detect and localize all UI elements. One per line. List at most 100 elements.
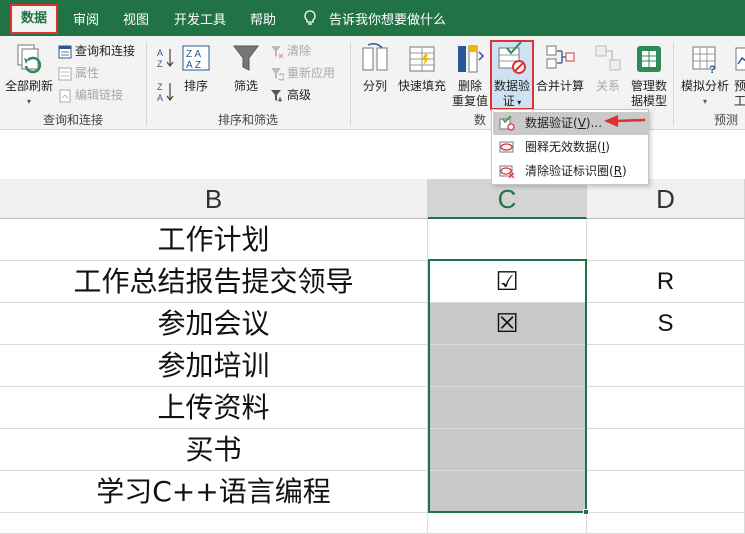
group-label-data-tools: 数 xyxy=(474,113,487,127)
filter-icon xyxy=(233,45,259,71)
cell-b7[interactable]: 学习C++语言编程 xyxy=(0,471,428,513)
red-arrow-annotation-icon xyxy=(604,115,646,127)
consolidate-button[interactable]: 合并计算 xyxy=(534,42,586,94)
manage-data-model-icon xyxy=(637,46,661,72)
flash-fill-button[interactable]: 快速填充 xyxy=(396,42,448,94)
cell-b6[interactable]: 买书 xyxy=(0,429,428,471)
what-if-analysis-label: 模拟分析 xyxy=(680,79,729,93)
data-validation-button[interactable]: 数据验 证 ▾ xyxy=(492,42,532,110)
data-validation-label-1: 数据验 xyxy=(493,79,530,93)
tell-me-search[interactable]: 告诉我你想要做什么 xyxy=(329,9,446,28)
properties-icon xyxy=(58,67,72,80)
fill-handle[interactable] xyxy=(583,509,589,515)
sort-descending-icon[interactable]: Z A xyxy=(156,80,176,104)
group-label-forecast: 预测 xyxy=(714,113,739,127)
refresh-all-label: 全部刷新 xyxy=(4,79,53,93)
properties-button[interactable]: 属性 xyxy=(58,64,99,82)
sort-icon: Z A A Z xyxy=(182,45,210,71)
queries-connections-icon xyxy=(58,45,72,58)
refresh-all-button[interactable]: 全部刷新 ▾ xyxy=(4,42,54,109)
lightbulb-icon xyxy=(304,10,316,25)
ribbon-tab-bar: 数据 审阅 视图 开发工具 帮助 告诉我你想要做什么 xyxy=(0,0,745,36)
manage-data-model-button[interactable]: 管理数 据模型 xyxy=(628,42,670,109)
menu-item-clear-validation-circles[interactable]: 清除验证标识圈(R) xyxy=(493,160,648,183)
cell-c1[interactable] xyxy=(428,219,587,261)
remove-duplicates-button[interactable]: 删除 重复值 xyxy=(450,42,490,109)
text-to-columns-icon xyxy=(362,43,388,71)
advanced-filter-button[interactable]: 高级 xyxy=(270,86,311,104)
cell-b3[interactable]: 参加会议 xyxy=(0,303,428,345)
forecast-sheet-label-2: 工 xyxy=(734,94,745,108)
sort-ascending-icon[interactable]: A Z xyxy=(156,46,176,70)
cell-d2[interactable]: R xyxy=(587,261,745,303)
flash-fill-icon xyxy=(409,46,435,72)
data-validation-icon xyxy=(499,116,515,131)
cell-d4[interactable] xyxy=(587,345,745,387)
tab-view[interactable]: 视图 xyxy=(123,9,149,28)
chevron-down-icon: ▾ xyxy=(702,97,707,106)
cell-b5[interactable]: 上传资料 xyxy=(0,387,428,429)
text-to-columns-button[interactable]: 分列 xyxy=(356,42,394,94)
consolidate-label: 合并计算 xyxy=(535,79,584,93)
remove-duplicates-icon xyxy=(458,45,485,73)
svg-text:A: A xyxy=(157,93,163,103)
cell-c8[interactable] xyxy=(428,513,587,534)
sort-label: 排序 xyxy=(183,79,208,93)
manage-data-model-label-1: 管理数 xyxy=(630,79,667,93)
chevron-down-icon: ▾ xyxy=(514,98,522,107)
what-if-analysis-icon: ? xyxy=(692,46,716,76)
flash-fill-label: 快速填充 xyxy=(397,79,446,93)
column-header-b[interactable]: B xyxy=(0,179,428,219)
svg-text:A Z: A Z xyxy=(186,60,201,71)
relationships-label: 关系 xyxy=(595,79,620,93)
manage-data-model-label-2: 据模型 xyxy=(630,94,667,108)
sort-button[interactable]: Z A A Z 排序 xyxy=(178,42,214,94)
data-validation-label-2: 证 xyxy=(502,94,515,108)
forecast-sheet-button[interactable]: 预 工 xyxy=(734,42,745,109)
tab-review[interactable]: 审阅 xyxy=(73,9,99,28)
cell-d3[interactable]: S xyxy=(587,303,745,345)
data-validation-icon xyxy=(498,42,526,74)
column-header-d[interactable]: D xyxy=(587,179,745,219)
column-header-c[interactable]: C xyxy=(428,179,587,219)
cell-b8[interactable] xyxy=(0,513,428,534)
remove-duplicates-label-2: 重复值 xyxy=(451,94,488,108)
svg-text:Z A: Z A xyxy=(186,49,201,60)
cell-b1[interactable]: 工作计划 xyxy=(0,219,428,261)
consolidate-icon xyxy=(546,45,575,69)
group-label-queries: 查询和连接 xyxy=(43,113,104,127)
clear-circles-icon xyxy=(499,165,515,179)
svg-text:Z: Z xyxy=(157,59,163,69)
cell-d8[interactable] xyxy=(587,513,745,534)
text-to-columns-label: 分列 xyxy=(362,79,387,93)
cell-d6[interactable] xyxy=(587,429,745,471)
reapply-button[interactable]: 重新应用 xyxy=(270,64,335,82)
cell-d5[interactable] xyxy=(587,387,745,429)
tab-help[interactable]: 帮助 xyxy=(250,9,276,28)
chevron-down-icon: ▾ xyxy=(26,97,31,106)
what-if-analysis-button[interactable]: ? 模拟分析 ▾ xyxy=(678,42,732,109)
group-separator xyxy=(350,42,351,126)
refresh-all-icon xyxy=(17,44,42,74)
queries-connections-button[interactable]: 查询和连接 xyxy=(58,42,135,60)
svg-text:?: ? xyxy=(709,64,716,76)
advanced-filter-icon xyxy=(271,89,282,102)
clear-filter-button[interactable]: 清除 xyxy=(270,42,311,60)
relationships-button[interactable]: 关系 xyxy=(588,42,628,94)
forecast-sheet-label-1: 预 xyxy=(734,79,745,93)
circle-invalid-icon xyxy=(499,141,514,153)
relationships-icon xyxy=(595,45,621,71)
tab-developer[interactable]: 开发工具 xyxy=(174,9,226,28)
cell-d7[interactable] xyxy=(587,471,745,513)
filter-button[interactable]: 筛选 xyxy=(228,42,264,94)
cell-b4[interactable]: 参加培训 xyxy=(0,345,428,387)
svg-text:A: A xyxy=(157,48,163,58)
menu-item-circle-invalid-data[interactable]: 圈释无效数据(I) xyxy=(493,136,648,159)
tab-data[interactable]: 数据 xyxy=(10,4,58,34)
reapply-icon xyxy=(271,67,285,81)
filter-label: 筛选 xyxy=(233,79,258,93)
cell-d1[interactable] xyxy=(587,219,745,261)
cell-b2[interactable]: 工作总结报告提交领导 xyxy=(0,261,428,303)
edit-links-button[interactable]: 编辑链接 xyxy=(58,86,123,104)
group-separator xyxy=(146,42,147,126)
